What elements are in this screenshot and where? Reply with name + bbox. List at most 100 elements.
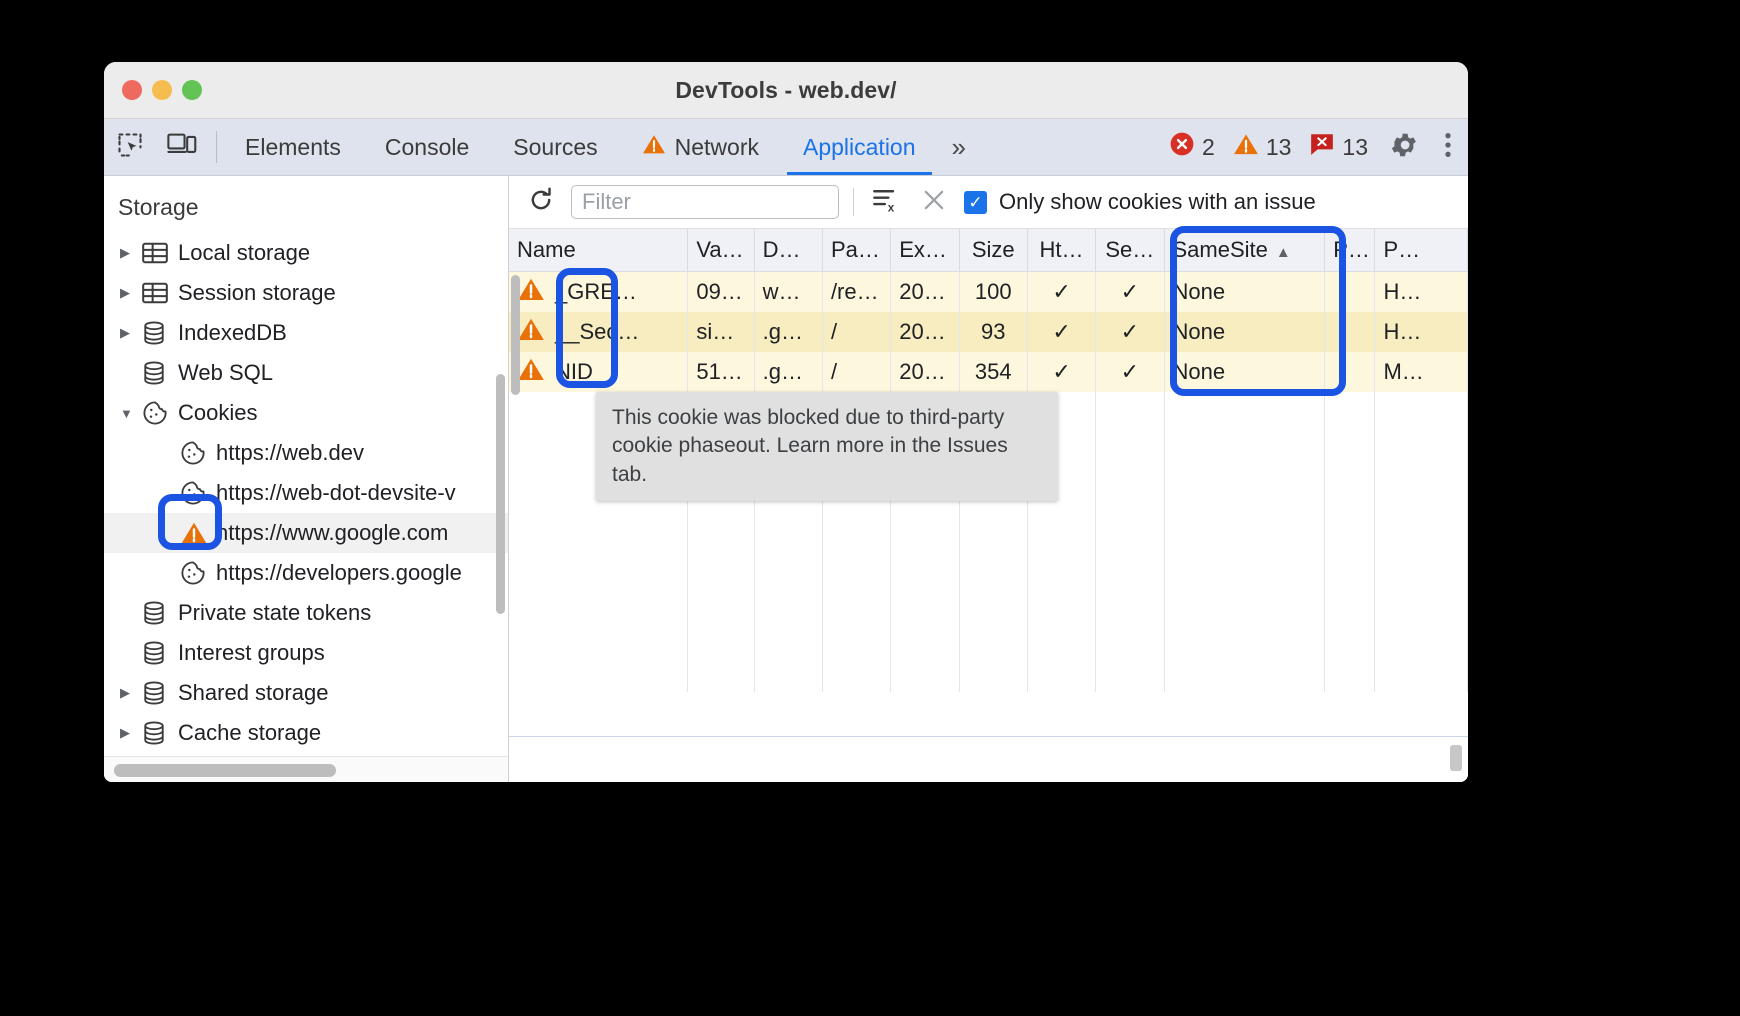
filler-cell-partkey xyxy=(1324,392,1376,692)
refresh-button[interactable] xyxy=(523,184,559,220)
warning-triangle-icon[interactable] xyxy=(517,356,545,388)
more-tabs-button[interactable]: » xyxy=(938,119,980,175)
toolbar-separator xyxy=(853,188,854,216)
tab-application[interactable]: Application xyxy=(781,119,938,175)
cookie-name-label: __Sec… xyxy=(555,319,640,344)
device-toolbar-button[interactable] xyxy=(156,119,208,175)
column-header-path[interactable]: Pa… xyxy=(822,229,892,272)
table-row[interactable]: __Sec… si… .g…/20… 93 ✓ ✓ None H… xyxy=(509,312,1468,352)
warning-counter[interactable]: 13 xyxy=(1227,132,1298,162)
database-icon xyxy=(142,721,172,745)
sidebar-item-cookies[interactable]: ▼ Cookies xyxy=(104,393,508,433)
chevron-right-icon[interactable]: ▶ xyxy=(120,685,142,701)
sidebar-horizontal-scrollbar-thumb[interactable] xyxy=(114,764,336,777)
sidebar-item-local-storage[interactable]: ▶ Local storage xyxy=(104,233,508,273)
chevron-right-icon[interactable]: ▶ xyxy=(120,285,142,301)
main-menu-button[interactable] xyxy=(1428,119,1468,175)
cookie-icon xyxy=(180,480,210,506)
inspect-element-button[interactable] xyxy=(104,119,156,175)
column-header-value[interactable]: Va… xyxy=(687,229,755,272)
database-icon xyxy=(142,681,172,705)
table-row[interactable]: _GRE… 09… w…/re… 20… 100 ✓ ✓ None H… xyxy=(509,271,1468,312)
sidebar-item-private-state-tokens[interactable]: Private state tokens xyxy=(104,593,508,633)
database-icon xyxy=(142,601,172,625)
chevron-right-icon[interactable]: ▶ xyxy=(120,245,142,261)
column-header-label: Va… xyxy=(696,237,744,262)
column-header-label: Ex… xyxy=(899,237,947,262)
sidebar-item-indexeddb[interactable]: ▶ IndexedDB xyxy=(104,313,508,353)
column-header-partkey[interactable]: P… xyxy=(1324,229,1376,272)
column-header-expires[interactable]: Ex… xyxy=(890,229,960,272)
column-header-samesite[interactable]: SameSite ▲ xyxy=(1164,229,1326,272)
column-header-label: Size xyxy=(971,237,1015,262)
maximize-window-button[interactable] xyxy=(182,80,202,100)
chevron-double-right-icon: » xyxy=(951,131,966,162)
cookie-name-label: NID xyxy=(555,359,593,384)
resize-grip[interactable] xyxy=(1450,745,1462,771)
cookies-table-vertical-scrollbar[interactable] xyxy=(511,275,520,395)
database-icon xyxy=(142,321,172,345)
sidebar-item-shared-storage[interactable]: ▶ Shared storage xyxy=(104,673,508,713)
database-icon xyxy=(142,361,172,385)
cookies-toolbar: x ✓ Only show cookies with an xyxy=(509,176,1468,229)
error-counter[interactable]: 2 xyxy=(1163,131,1221,163)
cell-expires: 20… xyxy=(890,271,960,312)
minimize-window-button[interactable] xyxy=(152,80,172,100)
column-header-label: Pa… xyxy=(830,237,880,262)
tab-network[interactable]: Network xyxy=(620,119,781,175)
sidebar-section-title: Storage xyxy=(118,194,199,220)
table-row[interactable]: NID 51… .g…/20… 354 ✓ ✓ None M… xyxy=(509,352,1468,392)
sidebar-vertical-scrollbar[interactable] xyxy=(496,374,505,614)
sidebar-item-https-www-google-com[interactable]: https://www.google.com xyxy=(104,513,508,553)
sidebar-item-label: Interest groups xyxy=(178,640,325,665)
column-header-label: Se… xyxy=(1105,237,1155,262)
cell-value: 09… xyxy=(687,271,755,312)
column-header-domain[interactable]: D… xyxy=(754,229,823,272)
sidebar-item-https-web-dot-devsite-v[interactable]: https://web-dot-devsite-v xyxy=(104,473,508,513)
sidebar-item-cache-storage[interactable]: ▶ Cache storage xyxy=(104,713,508,753)
issue-counters: 2 13 13 xyxy=(1163,119,1380,175)
sidebar-item-interest-groups[interactable]: Interest groups xyxy=(104,633,508,673)
chevron-down-icon[interactable]: ▼ xyxy=(120,406,142,421)
sidebar-item-https-developers-google[interactable]: https://developers.google xyxy=(104,553,508,593)
tab-sources[interactable]: Sources xyxy=(491,119,619,175)
chevron-right-icon[interactable]: ▶ xyxy=(120,325,142,341)
refresh-icon xyxy=(527,186,555,219)
settings-button[interactable] xyxy=(1380,119,1428,175)
only-show-issues-checkbox[interactable]: ✓ Only show cookies with an issue xyxy=(964,189,1316,215)
window-titlebar: DevTools - web.dev/ xyxy=(104,62,1468,119)
close-window-button[interactable] xyxy=(122,80,142,100)
sidebar-item-https-web-dev[interactable]: https://web.dev xyxy=(104,433,508,473)
cell-value: si… xyxy=(687,312,755,352)
window-traffic-lights xyxy=(122,80,202,100)
column-header-secure[interactable]: Se… xyxy=(1095,229,1165,272)
tab-elements[interactable]: Elements xyxy=(223,119,363,175)
warning-triangle-icon[interactable] xyxy=(517,316,545,348)
warning-triangle-icon xyxy=(642,133,666,161)
warning-triangle-icon[interactable] xyxy=(517,276,545,308)
tab-console[interactable]: Console xyxy=(363,119,491,175)
warning-triangle-icon xyxy=(180,520,210,546)
column-header-size[interactable]: Size xyxy=(959,229,1028,272)
sidebar-item-label: IndexedDB xyxy=(178,320,287,345)
clear-all-cookies-button[interactable]: x xyxy=(868,184,904,220)
issues-counter[interactable]: 13 xyxy=(1303,132,1374,162)
tab-network-label: Network xyxy=(674,133,759,160)
cell-expires: 20… xyxy=(890,312,960,352)
sidebar-item-session-storage[interactable]: ▶ Session storage xyxy=(104,273,508,313)
column-header-name[interactable]: Name xyxy=(509,229,689,272)
column-header-priority[interactable]: P… xyxy=(1374,229,1468,272)
column-header-label: D… xyxy=(762,237,801,262)
column-header-httponly[interactable]: Ht… xyxy=(1027,229,1097,272)
chevron-right-icon[interactable]: ▶ xyxy=(120,725,142,741)
delete-selected-cookie-button[interactable] xyxy=(916,184,952,220)
sidebar-horizontal-scrollbar-track[interactable] xyxy=(104,756,508,782)
filter-input[interactable] xyxy=(571,185,839,219)
cell-domain: w… xyxy=(754,271,823,312)
cell-size: 100 xyxy=(959,271,1028,312)
table-storage-icon xyxy=(142,281,172,305)
sidebar-item-label: https://web.dev xyxy=(216,440,364,465)
cell-name: _GRE… xyxy=(509,271,689,312)
sidebar-item-web-sql[interactable]: Web SQL xyxy=(104,353,508,393)
error-count: 2 xyxy=(1202,133,1215,160)
